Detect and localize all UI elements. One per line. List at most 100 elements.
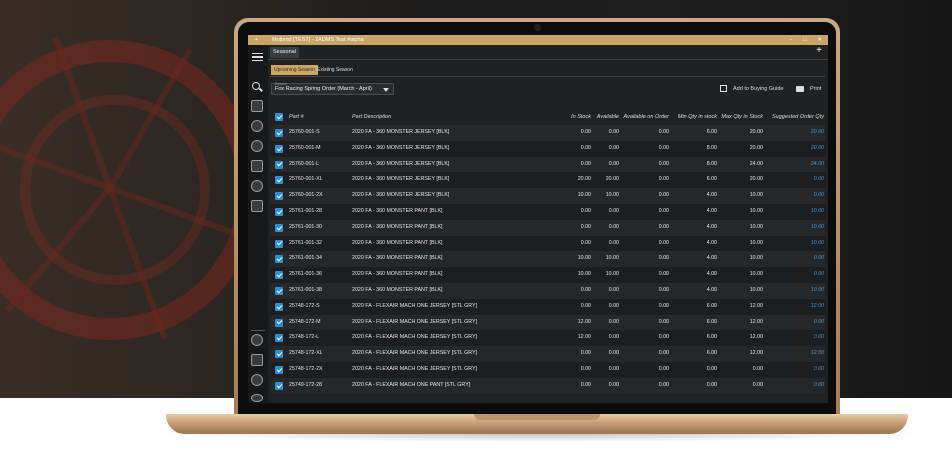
row-checkbox[interactable] [275, 208, 283, 216]
suggested-order-qty-cell[interactable]: 0.00 [756, 267, 824, 283]
table-row[interactable]: 25761-001-30 2020 FA - 360 MONSTER PANT [… [271, 219, 825, 236]
printer-icon [796, 85, 804, 92]
row-checkbox[interactable] [275, 287, 283, 295]
part-number-cell: 25760-001-S [289, 129, 320, 135]
document-icon[interactable] [251, 354, 263, 366]
max-qty-cell: 12.00 [749, 334, 763, 341]
part-description-cell: 2020 FA - 360 MONSTER JERSEY [BLK] [352, 176, 450, 183]
max-qty-cell: 10.00 [749, 223, 763, 230]
row-checkbox[interactable] [275, 271, 283, 280]
helmet-icon[interactable] [251, 374, 263, 386]
table-row[interactable]: 25761-001-34 2020 FA - 360 MONSTER PANT [… [271, 251, 825, 268]
row-checkbox[interactable] [275, 129, 283, 137]
suggested-order-qty-cell[interactable]: 0.00 [756, 378, 824, 394]
row-checkbox[interactable] [275, 302, 283, 311]
row-checkbox[interactable] [275, 239, 283, 248]
add-window-icon[interactable]: + [255, 35, 258, 45]
season-dropdown[interactable]: Fox Racing Spring Order (March - April) [271, 83, 394, 95]
photo-icon[interactable] [251, 100, 263, 112]
table-row[interactable]: 25748-172-S 2020 FA - FLEXAIR MACH ONE JE… [271, 298, 825, 315]
row-checkbox[interactable] [275, 334, 283, 343]
table-row[interactable]: 25748-172-2X 2020 FA - FLEXAIR MACH ONE J… [271, 362, 825, 378]
row-checkbox[interactable] [275, 176, 283, 185]
tab-seasonal[interactable]: Seasonal [270, 47, 299, 58]
maximize-button[interactable]: □ [803, 35, 806, 45]
helmet-icon[interactable] [251, 180, 263, 192]
row-checkbox[interactable] [275, 144, 283, 153]
window-title: Motlend [TEST] - 2ADMS Test #alpha [272, 37, 364, 43]
tire-icon[interactable] [251, 334, 263, 346]
part-description-cell: 2020 FA - FLEXAIR MACH ONE JERSEY [STL G… [352, 350, 478, 357]
row-checkbox[interactable] [275, 366, 283, 374]
part-description-cell: 2020 FA - FLEXAIR MACH ONE JERSEY [STL G… [352, 318, 478, 325]
minimize-button[interactable]: – [789, 35, 792, 45]
add-box-icon [720, 85, 727, 93]
suggested-order-qty-cell[interactable]: 12.00 [756, 299, 824, 315]
row-checkbox[interactable] [275, 192, 283, 201]
row-checkbox[interactable] [275, 160, 283, 169]
table-row[interactable]: 25748-172-L 2020 FA - FLEXAIR MACH ONE JE… [271, 330, 825, 347]
row-checkbox[interactable] [275, 350, 283, 359]
part-description-cell: 2020 FA - 360 MONSTER JERSEY [BLK] [352, 129, 450, 135]
document-icon[interactable] [251, 160, 263, 172]
select-all-checkbox[interactable] [275, 113, 283, 121]
search-icon[interactable] [252, 82, 260, 90]
part-description-cell: 2020 FA - 360 MONSTER PANT [BLK] [352, 208, 443, 214]
add-to-buying-guide-label: Add to Buying Guide [733, 86, 784, 92]
part-description-cell: 2020 FA - 360 MONSTER JERSEY [BLK] [352, 192, 450, 199]
max-qty-cell: 12.00 [749, 318, 763, 325]
suggested-order-qty-cell[interactable]: 0.00 [756, 251, 824, 267]
suggested-order-qty-cell[interactable]: 0.00 [756, 188, 824, 204]
suggested-order-qty-cell[interactable]: 10.00 [756, 220, 824, 236]
suggested-order-qty-cell[interactable]: 0.00 [756, 172, 824, 188]
suggested-order-qty-cell[interactable]: 24.00 [756, 157, 824, 173]
add-tab-button[interactable]: + [816, 44, 822, 58]
subtab-upcoming-season[interactable]: Upcoming Season [271, 65, 318, 75]
row-checkbox[interactable] [275, 381, 283, 390]
gear-wheel-icon[interactable] [251, 140, 263, 152]
column-header[interactable]: Suggested Order Qty [756, 109, 824, 125]
table-row[interactable]: 25760-001-XL 2020 FA - 360 MONSTER JERSEY… [271, 172, 825, 189]
table-row[interactable]: 25761-001-36 2020 FA - 360 MONSTER PANT [… [271, 267, 825, 283]
subtab-divider [270, 76, 825, 77]
table-row[interactable]: 25748-172-XL 2020 FA - FLEXAIR MACH ONE J… [271, 346, 825, 362]
row-checkbox[interactable] [275, 318, 283, 327]
suggested-order-qty-cell[interactable]: 20.00 [756, 141, 824, 157]
part-number-cell: 25761-001-38 [289, 287, 322, 293]
subtab-existing-season[interactable]: Existing Season [314, 65, 356, 75]
season-dropdown-value: Fox Racing Spring Order (March - April) [275, 86, 372, 92]
table-row[interactable]: 25749-172-28 2020 FA - FLEXAIR MACH ONE P… [271, 377, 825, 394]
suggested-order-qty-cell[interactable]: 10.00 [756, 236, 824, 252]
menu-icon[interactable] [252, 53, 263, 61]
suggested-order-qty-cell[interactable]: 0.00 [756, 362, 824, 378]
suggested-order-qty-cell[interactable]: 0.00 [756, 315, 824, 331]
add-to-buying-guide-button[interactable]: Add to Buying Guide [720, 85, 783, 93]
tire-icon[interactable] [251, 120, 263, 132]
max-qty-cell: 10.00 [749, 271, 763, 278]
suggested-order-qty-cell[interactable]: 12.00 [756, 346, 824, 362]
suggested-order-qty-cell[interactable]: 20.00 [756, 125, 824, 141]
column-header[interactable]: Part # [289, 109, 304, 125]
table-row[interactable]: 25761-001-32 2020 FA - 360 MONSTER PANT [… [271, 235, 825, 252]
target-icon[interactable] [251, 200, 263, 212]
part-number-cell: 25761-001-32 [289, 239, 322, 246]
target-icon[interactable] [251, 394, 263, 402]
suggested-order-qty-cell[interactable]: 10.00 [756, 204, 824, 220]
column-header[interactable]: Max Qty in Stock [701, 109, 763, 125]
table-row[interactable]: 25760-001-S 2020 FA - 360 MONSTER JERSEY … [271, 125, 825, 141]
table-row[interactable]: 25760-001-M 2020 FA - 360 MONSTER JERSEY … [271, 140, 825, 157]
suggested-order-qty-cell[interactable]: 0.00 [756, 330, 824, 346]
table-row[interactable]: 25761-001-28 2020 FA - 360 MONSTER PANT [… [271, 204, 825, 220]
table-header: Part # Part Description In Stock Availab… [271, 109, 825, 125]
table-row[interactable]: 25761-001-38 2020 FA - 360 MONSTER PANT [… [271, 283, 825, 299]
column-header[interactable]: Part Description [352, 109, 391, 125]
max-qty-cell: 10.00 [749, 192, 763, 199]
suggested-order-qty-cell[interactable]: 10.00 [756, 283, 824, 299]
table-row[interactable]: 25760-001-2X 2020 FA - 360 MONSTER JERSEY… [271, 188, 825, 204]
row-checkbox[interactable] [275, 223, 283, 232]
print-button[interactable]: Print [796, 85, 821, 93]
row-checkbox[interactable] [275, 255, 283, 264]
part-description-cell: 2020 FA - FLEXAIR MACH ONE PANT [STL GRY… [352, 381, 471, 388]
table-row[interactable]: 25748-172-M 2020 FA - FLEXAIR MACH ONE JE… [271, 314, 825, 331]
table-row[interactable]: 25760-001-L 2020 FA - 360 MONSTER JERSEY … [271, 156, 825, 173]
